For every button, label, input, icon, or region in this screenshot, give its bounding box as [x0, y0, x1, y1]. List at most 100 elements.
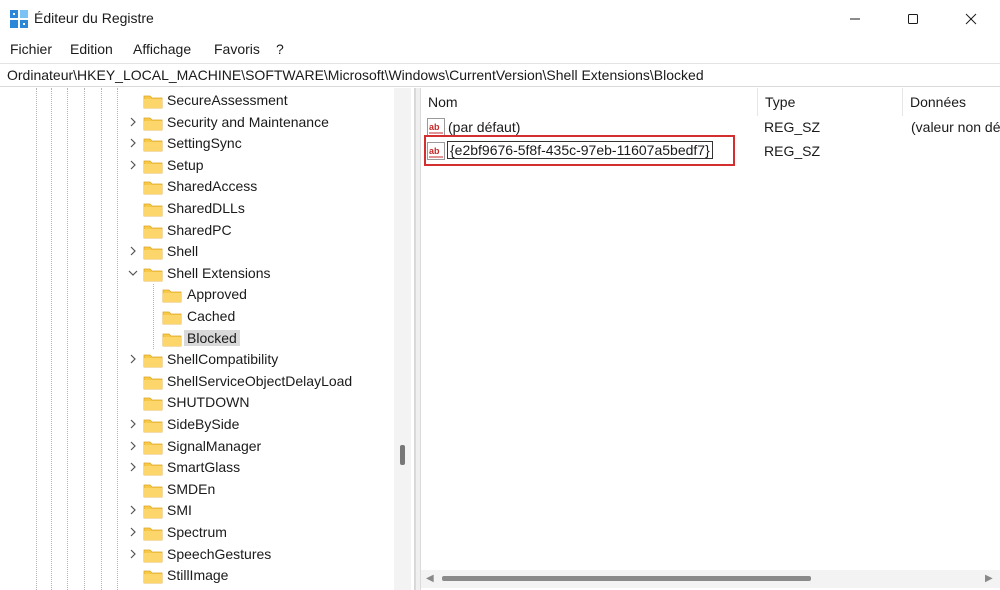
column-header-name[interactable]: Nom — [421, 88, 758, 116]
tree-item[interactable]: SMI — [0, 500, 392, 521]
scroll-right-icon[interactable]: ▶ — [985, 573, 993, 584]
folder-icon — [143, 397, 163, 411]
folder-icon — [143, 441, 163, 454]
registry-editor-icon — [10, 10, 28, 28]
folder-icon — [143, 527, 163, 541]
tree-item[interactable]: SharedAccess — [0, 176, 392, 197]
tree-item-label: SHUTDOWN — [167, 394, 250, 411]
close-button[interactable] — [942, 0, 1000, 38]
list-scroll-thumb[interactable] — [442, 576, 811, 581]
address-bar[interactable]: Ordinateur\HKEY_LOCAL_MACHINE\SOFTWARE\M… — [0, 63, 1000, 87]
tree-scroll-thumb[interactable] — [400, 445, 405, 465]
tree-item-label: SecureAssessment — [167, 92, 288, 108]
folder-icon — [162, 333, 182, 346]
tree-item[interactable]: ShellServiceObjectDelayLoad — [0, 371, 392, 392]
tree-item-label: SettingSync — [167, 135, 242, 152]
tree-item[interactable]: Shell — [0, 241, 392, 262]
chevron-right-icon[interactable] — [126, 416, 140, 432]
folder-icon — [143, 505, 163, 519]
folder-icon — [143, 181, 163, 195]
tree-item-label: SpeechGestures — [167, 545, 272, 562]
menu-fichier[interactable]: Fichier — [10, 41, 52, 57]
folder-icon — [143, 462, 163, 476]
menu-help[interactable]: ? — [276, 41, 284, 57]
menu-affichage[interactable]: Affichage — [133, 41, 191, 57]
string-value-icon: ab — [427, 118, 445, 136]
tree-item-label: Approved — [187, 286, 247, 303]
tree-item[interactable]: Shell Extensions — [0, 263, 392, 284]
window-title: Éditeur du Registre — [34, 10, 154, 26]
tree-item[interactable]: StillImage — [0, 565, 392, 586]
address-path[interactable]: Ordinateur\HKEY_LOCAL_MACHINE\SOFTWARE\M… — [7, 67, 704, 83]
tree-item-label: SmartGlass — [167, 459, 241, 476]
minimize-icon — [850, 18, 860, 20]
folder-icon — [143, 225, 163, 238]
tree-item-label: Cached — [187, 308, 236, 324]
column-header-type[interactable]: Type — [758, 88, 903, 116]
chevron-right-icon[interactable] — [126, 438, 140, 454]
svg-text:ab: ab — [429, 122, 440, 132]
highlight-box — [424, 135, 735, 166]
folder-icon — [143, 484, 163, 498]
tree-item[interactable]: Cached — [0, 306, 392, 327]
folder-icon — [143, 419, 163, 433]
scroll-left-icon[interactable]: ◀ — [426, 573, 434, 584]
tree-item-label: Blocked — [184, 329, 240, 346]
tree-item[interactable]: Approved — [0, 284, 392, 306]
tree-item-label: ShellCompatibility — [167, 351, 279, 368]
maximize-button[interactable] — [884, 0, 942, 38]
tree-item-label: Spectrum — [167, 524, 227, 540]
tree-item-label: SharedDLLs — [167, 200, 245, 216]
tree-item[interactable]: SHUTDOWN — [0, 392, 392, 413]
tree-item-label: Shell Extensions — [167, 264, 271, 281]
tree-item[interactable]: SideBySide — [0, 414, 392, 435]
folder-icon — [143, 268, 163, 282]
folder-icon — [143, 376, 163, 390]
chevron-down-icon[interactable] — [126, 265, 140, 281]
value-type: REG_SZ — [764, 143, 821, 159]
tree-item[interactable]: SMDEn — [0, 479, 392, 500]
chevron-right-icon[interactable] — [126, 524, 140, 540]
tree-item[interactable]: Security and Maintenance — [0, 112, 392, 133]
tree-item[interactable]: ShellCompatibility — [0, 349, 392, 370]
tree-item[interactable]: Blocked — [0, 327, 392, 349]
folder-icon — [143, 354, 163, 368]
minimize-button[interactable] — [826, 0, 884, 38]
tree-item[interactable]: SharedPC — [0, 220, 392, 241]
tree-item-label: SideBySide — [167, 416, 240, 432]
title-bar: Éditeur du Registre — [0, 0, 1000, 38]
chevron-right-icon[interactable] — [126, 459, 140, 475]
tree-item[interactable]: SpeechGestures — [0, 544, 392, 565]
chevron-right-icon[interactable] — [126, 243, 140, 259]
tree-item[interactable]: SignalManager — [0, 436, 392, 457]
tree-item[interactable]: Spectrum — [0, 522, 392, 543]
value-type: REG_SZ — [764, 119, 821, 135]
value-data: (valeur non dé — [911, 119, 1000, 135]
tree-item[interactable]: SharedDLLs — [0, 198, 392, 219]
tree-item[interactable]: SecureAssessment — [0, 90, 392, 111]
tree-item[interactable]: SmartGlass — [0, 457, 392, 478]
tree-item[interactable]: Setup — [0, 155, 392, 176]
chevron-right-icon[interactable] — [126, 157, 140, 173]
key-tree-pane[interactable]: SecureAssessment Security and Maintenance… — [0, 88, 415, 590]
chevron-right-icon[interactable] — [126, 351, 140, 367]
tree-item-label: ShellServiceObjectDelayLoad — [167, 372, 353, 389]
maximize-icon — [908, 14, 918, 24]
chevron-right-icon[interactable] — [126, 114, 140, 130]
menu-favoris[interactable]: Favoris — [214, 41, 260, 57]
tree-item[interactable]: SettingSync — [0, 133, 392, 154]
tree-item-label: Setup — [167, 156, 204, 173]
folder-icon — [143, 246, 163, 260]
folder-icon — [143, 549, 163, 562]
tree-vertical-scrollbar[interactable] — [394, 88, 411, 590]
folder-icon — [143, 160, 163, 174]
column-header-data[interactable]: Données — [903, 88, 1000, 116]
tree-item-label: SMI — [167, 502, 192, 519]
chevron-right-icon[interactable] — [126, 502, 140, 518]
chevron-right-icon[interactable] — [126, 546, 140, 562]
chevron-right-icon[interactable] — [126, 135, 140, 151]
menu-bar: Fichier Edition Affichage Favoris ? — [0, 38, 1000, 62]
close-icon — [965, 13, 977, 25]
tree-item-label: SharedPC — [167, 221, 232, 238]
menu-edition[interactable]: Edition — [70, 41, 113, 57]
